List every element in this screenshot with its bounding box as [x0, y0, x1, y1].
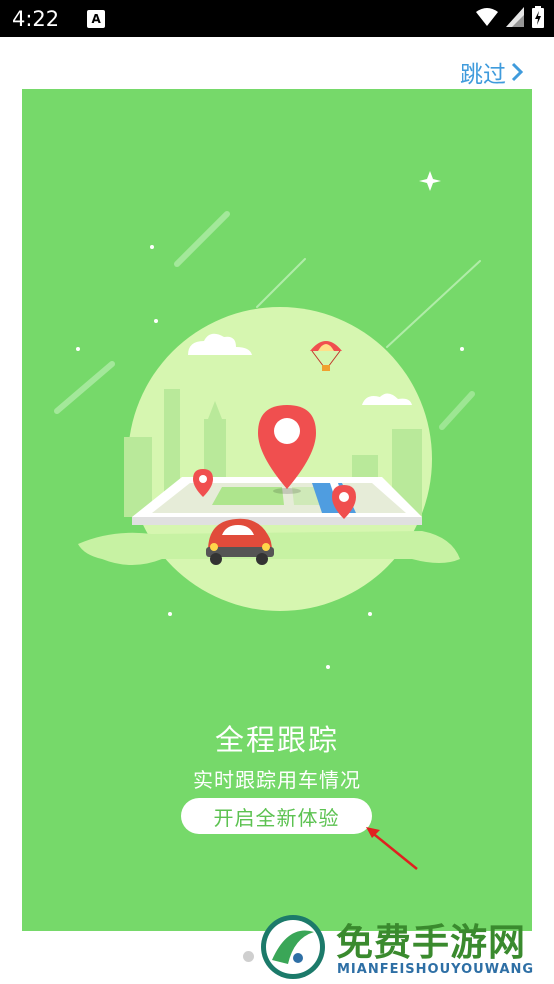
light-streak: [54, 361, 115, 414]
light-streak: [174, 211, 230, 267]
onboarding-subtitle: 实时跟踪用车情况: [193, 768, 361, 792]
status-icons: [476, 6, 544, 28]
onboarding-title: 全程跟踪: [214, 723, 339, 757]
watermark-name: 免费手游网: [336, 921, 526, 964]
status-bar: 4:22 A: [0, 0, 554, 37]
light-streak: [386, 260, 481, 348]
light-streak: [439, 391, 475, 430]
sparkle-dot: [150, 245, 154, 249]
page-dot[interactable]: [243, 951, 254, 962]
accessibility-a-icon: A: [87, 9, 106, 28]
watermark-logo-icon: [261, 915, 325, 979]
battery-icon: [532, 6, 544, 28]
watermark-sub: MIANFEISHOUYOUWANG: [337, 962, 535, 977]
sparkle-dot: [368, 612, 372, 616]
light-streak: [256, 258, 306, 308]
chevron-right-icon: [511, 62, 524, 82]
sparkle-dot: [460, 347, 464, 351]
map-plate: [132, 477, 422, 525]
status-time: 4:22: [12, 6, 60, 31]
skip-label: 跳过: [460, 62, 506, 88]
sparkle-dot: [326, 665, 330, 669]
annotation-arrow-icon: [366, 827, 418, 870]
wifi-icon: [476, 8, 498, 26]
sparkle-dot: [168, 612, 172, 616]
sparkle-dot: [154, 319, 158, 323]
onboarding-card: 全程跟踪 实时跟踪用车情况 开启全新体验: [22, 89, 532, 931]
skip-button[interactable]: 跳过: [460, 55, 524, 89]
map-tracking-illustration: [54, 171, 481, 669]
watermark: 免费手游网 MIANFEISHOUYOUWANG: [256, 910, 554, 984]
sparkle-icon: [419, 171, 441, 191]
signal-icon: [506, 7, 524, 27]
start-experience-button[interactable]: 开启全新体验: [181, 798, 372, 834]
sparkle-dot: [76, 347, 80, 351]
